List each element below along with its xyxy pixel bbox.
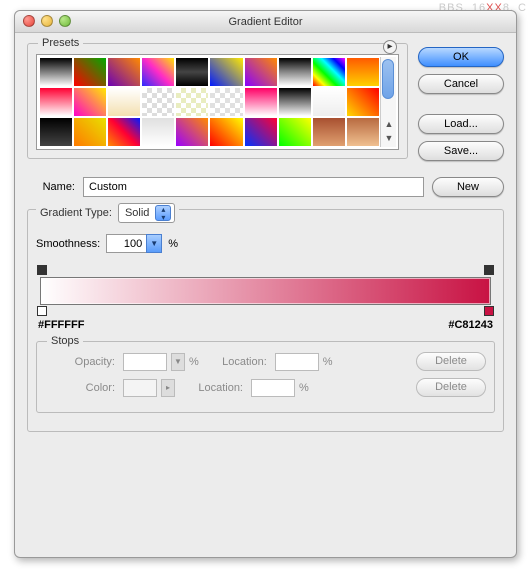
opacity-location-input[interactable] xyxy=(275,353,319,371)
preset-swatch[interactable] xyxy=(175,87,209,117)
opacity-stop-right[interactable] xyxy=(484,265,494,275)
gradient-type-value: Solid xyxy=(125,207,149,219)
preset-swatch[interactable] xyxy=(278,87,312,117)
color-location-input[interactable] xyxy=(251,379,295,397)
presets-menu-icon[interactable]: ▸ xyxy=(383,40,397,54)
presets-legend: Presets xyxy=(38,37,83,49)
preset-swatch[interactable] xyxy=(39,117,73,147)
color-label: Color: xyxy=(45,382,115,394)
smoothness-unit: % xyxy=(168,238,178,250)
opacity-input[interactable] xyxy=(123,353,167,371)
name-input[interactable] xyxy=(83,177,424,197)
preset-swatch[interactable] xyxy=(39,57,73,87)
preset-swatch[interactable] xyxy=(141,87,175,117)
preset-swatch[interactable] xyxy=(107,117,141,147)
scrollbar-thumb[interactable] xyxy=(382,59,394,99)
gradient-type-label: Gradient Type: xyxy=(40,207,112,219)
scroll-down-icon[interactable]: ▼ xyxy=(381,133,397,147)
right-hex-label: #C81243 xyxy=(448,319,493,331)
color-dropdown-icon[interactable]: ▸ xyxy=(161,379,175,397)
location-label-2: Location: xyxy=(183,382,243,394)
name-label: Name: xyxy=(27,181,75,193)
preset-swatch[interactable] xyxy=(312,87,346,117)
color-stop-right[interactable] xyxy=(484,306,494,316)
save-button[interactable]: Save... xyxy=(418,141,504,161)
zoom-button[interactable] xyxy=(59,15,71,27)
preset-swatch[interactable] xyxy=(141,117,175,147)
preset-swatch[interactable] xyxy=(107,87,141,117)
preset-swatch[interactable] xyxy=(73,87,107,117)
opacity-stop-left[interactable] xyxy=(37,265,47,275)
preset-swatch[interactable] xyxy=(209,117,243,147)
preset-swatch-grid xyxy=(39,57,380,147)
window-title: Gradient Editor xyxy=(229,16,303,28)
gradient-bar[interactable] xyxy=(40,277,491,305)
titlebar: Gradient Editor xyxy=(15,11,516,33)
presets-scrollbar[interactable]: ▲ ▼ xyxy=(380,57,396,147)
color-well[interactable] xyxy=(123,379,157,397)
stops-legend: Stops xyxy=(47,335,83,347)
delete-color-stop-button[interactable]: Delete xyxy=(416,378,486,397)
gradient-type-select[interactable]: Solid ▴▾ xyxy=(118,203,175,223)
preset-swatch[interactable] xyxy=(175,117,209,147)
preset-swatch[interactable] xyxy=(244,57,278,87)
opacity-dropdown-icon[interactable]: ▼ xyxy=(171,353,185,371)
color-stop-left[interactable] xyxy=(37,306,47,316)
preset-swatch[interactable] xyxy=(175,57,209,87)
preset-swatch[interactable] xyxy=(73,57,107,87)
gradient-type-group: Gradient Type: Solid ▴▾ Smoothness: ▼ % xyxy=(27,209,504,432)
preset-swatch[interactable] xyxy=(346,117,380,147)
scroll-up-icon[interactable]: ▲ xyxy=(381,119,397,133)
new-button[interactable]: New xyxy=(432,177,504,197)
minimize-button[interactable] xyxy=(41,15,53,27)
preset-swatch[interactable] xyxy=(209,57,243,87)
preset-swatch[interactable] xyxy=(209,87,243,117)
stops-group: Stops Opacity: ▼ % Location: % Delete xyxy=(36,341,495,413)
preset-swatch[interactable] xyxy=(278,117,312,147)
smoothness-input[interactable] xyxy=(106,234,146,253)
smoothness-dropdown-icon[interactable]: ▼ xyxy=(146,234,162,253)
preset-swatch[interactable] xyxy=(346,57,380,87)
updown-icon: ▴▾ xyxy=(155,205,171,221)
preset-swatch[interactable] xyxy=(278,57,312,87)
preset-swatch[interactable] xyxy=(244,117,278,147)
preset-swatch[interactable] xyxy=(312,57,346,87)
preset-swatch[interactable] xyxy=(107,57,141,87)
preset-swatch[interactable] xyxy=(73,117,107,147)
left-hex-label: #FFFFFF xyxy=(38,319,84,331)
preset-swatch[interactable] xyxy=(141,57,175,87)
smoothness-label: Smoothness: xyxy=(36,238,100,250)
ok-button[interactable]: OK xyxy=(418,47,504,67)
preset-swatch[interactable] xyxy=(346,87,380,117)
location-label-1: Location: xyxy=(207,356,267,368)
delete-opacity-stop-button[interactable]: Delete xyxy=(416,352,486,371)
opacity-label: Opacity: xyxy=(45,356,115,368)
close-button[interactable] xyxy=(23,15,35,27)
preset-swatch[interactable] xyxy=(312,117,346,147)
cancel-button[interactable]: Cancel xyxy=(418,74,504,94)
dialog-window: Gradient Editor Presets ▸ ▲ ▼ OK Cancel xyxy=(14,10,517,558)
preset-swatch[interactable] xyxy=(39,87,73,117)
preset-swatch[interactable] xyxy=(244,87,278,117)
load-button[interactable]: Load... xyxy=(418,114,504,134)
presets-group: Presets ▸ ▲ ▼ xyxy=(27,43,408,159)
